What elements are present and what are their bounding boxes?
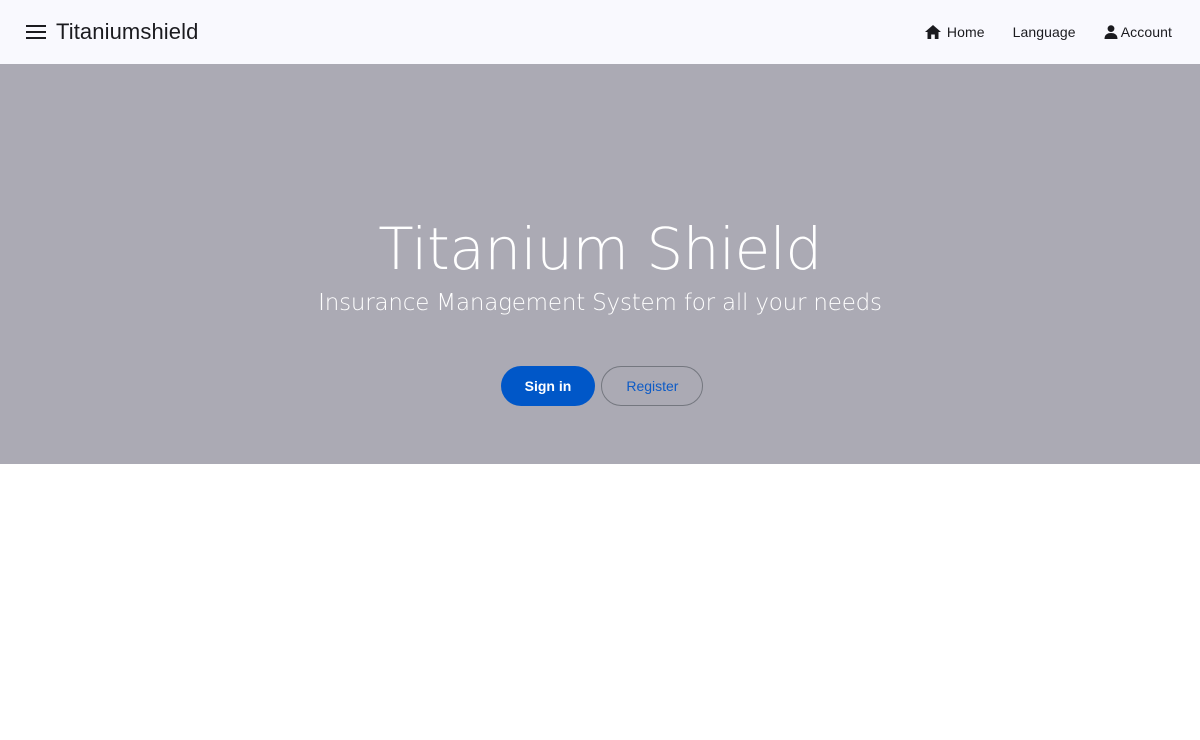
hero-actions: Sign in Register: [0, 366, 1200, 406]
person-icon: [1104, 25, 1118, 39]
top-app-bar: Titaniumshield Home Language Account: [0, 0, 1200, 64]
nav-account[interactable]: Account: [1096, 12, 1180, 52]
hero-banner: Titanium Shield Insurance Management Sys…: [0, 64, 1200, 464]
nav-language[interactable]: Language: [1005, 12, 1084, 52]
nav-home-label: Home: [946, 24, 985, 40]
menu-button[interactable]: [24, 20, 48, 44]
hero-subtitle: Insurance Management System for all your…: [318, 290, 882, 316]
nav-language-label: Language: [1012, 24, 1076, 40]
nav-home[interactable]: Home: [917, 12, 993, 52]
home-icon: [924, 25, 941, 39]
app-brand[interactable]: Titaniumshield: [56, 19, 198, 45]
menu-icon: [26, 25, 46, 39]
register-button[interactable]: Register: [601, 366, 704, 406]
top-nav: Home Language Account: [905, 0, 1180, 64]
sign-in-button[interactable]: Sign in: [500, 366, 596, 406]
hero-title: Titanium Shield: [378, 215, 822, 283]
nav-account-label: Account: [1120, 24, 1172, 40]
